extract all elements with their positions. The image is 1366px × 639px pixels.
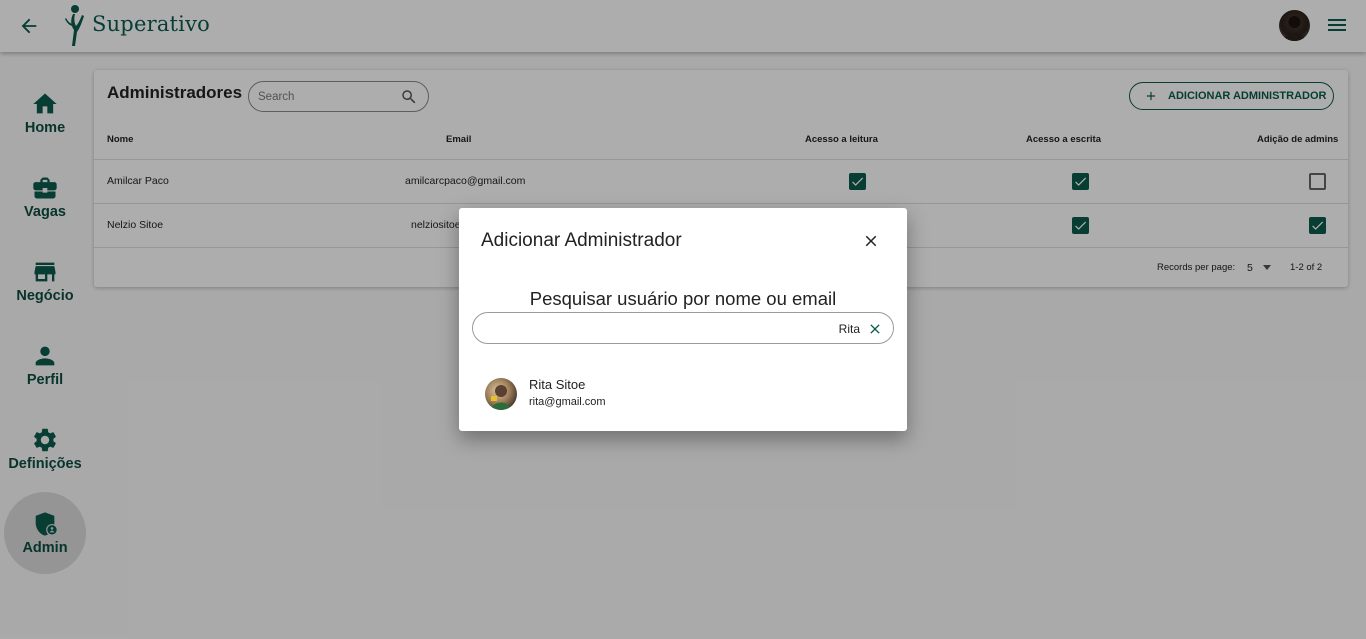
add-admin-dialog: Adicionar Administrador Pesquisar usuári… (459, 208, 907, 431)
result-name: Rita Sitoe (529, 377, 586, 392)
close-icon (865, 235, 877, 247)
result-email: rita@gmail.com (529, 396, 606, 408)
avatar (485, 378, 517, 410)
dialog-subtitle: Pesquisar usuário por nome ou email (529, 288, 837, 309)
dialog-close-button[interactable] (860, 230, 882, 252)
search-result-item[interactable]: Rita Sitoe rita@gmail.com (483, 374, 883, 414)
user-search-field[interactable]: Rita (472, 312, 894, 344)
user-search-value[interactable]: Rita (839, 322, 860, 336)
clear-icon[interactable] (867, 321, 883, 337)
dialog-title: Adicionar Administrador (481, 230, 682, 251)
